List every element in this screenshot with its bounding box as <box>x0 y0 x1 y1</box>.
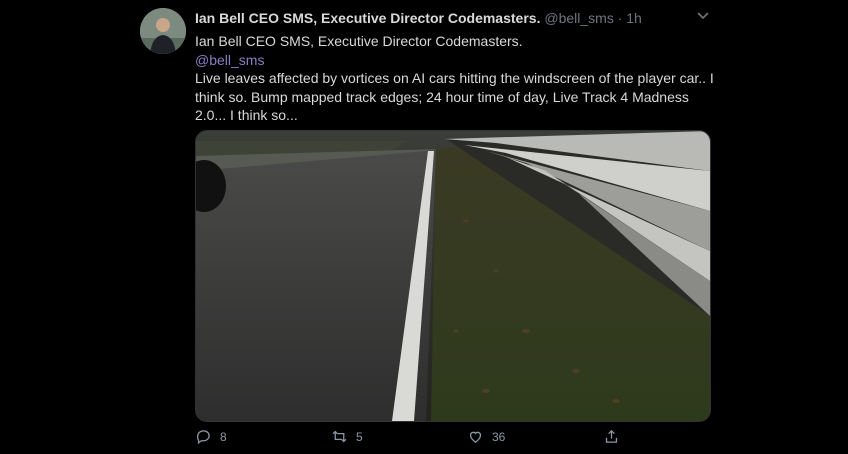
chevron-down-icon <box>697 12 709 20</box>
tweet: Ian Bell CEO SMS, Executive Director Cod… <box>0 0 848 454</box>
mention-link[interactable]: @bell_sms <box>195 51 715 70</box>
timestamp[interactable]: 1h <box>626 10 642 26</box>
heart-icon <box>469 431 482 443</box>
separator: · <box>617 10 623 26</box>
share-icon <box>605 429 618 443</box>
avatar-image <box>140 8 186 54</box>
retweet-icon <box>332 430 347 443</box>
avatar[interactable] <box>140 8 186 54</box>
reply-icon <box>197 430 210 445</box>
share-button[interactable] <box>603 428 620 445</box>
tweet-header: Ian Bell CEO SMS, Executive Director Cod… <box>195 10 642 26</box>
more-options-button[interactable] <box>696 8 710 22</box>
tweet-text: Ian Bell CEO SMS, Executive Director Cod… <box>195 32 715 125</box>
tweet-image[interactable] <box>195 130 711 422</box>
race-track-photo <box>196 131 710 421</box>
tweet-text-line1: Ian Bell CEO SMS, Executive Director Cod… <box>195 33 523 49</box>
like-count: 36 <box>492 429 506 444</box>
author-name[interactable]: Ian Bell CEO SMS, Executive Director Cod… <box>195 10 540 26</box>
tweet-actions: 8 5 36 <box>195 428 709 448</box>
retweet-button[interactable]: 5 <box>331 428 363 445</box>
like-button[interactable]: 36 <box>467 428 505 445</box>
tweet-text-line2: Live leaves affected by vortices on AI c… <box>195 70 714 123</box>
author-handle[interactable]: @bell_sms <box>544 10 613 26</box>
retweet-count: 5 <box>356 429 363 444</box>
reply-button[interactable]: 8 <box>195 428 227 445</box>
reply-count: 8 <box>220 429 227 444</box>
